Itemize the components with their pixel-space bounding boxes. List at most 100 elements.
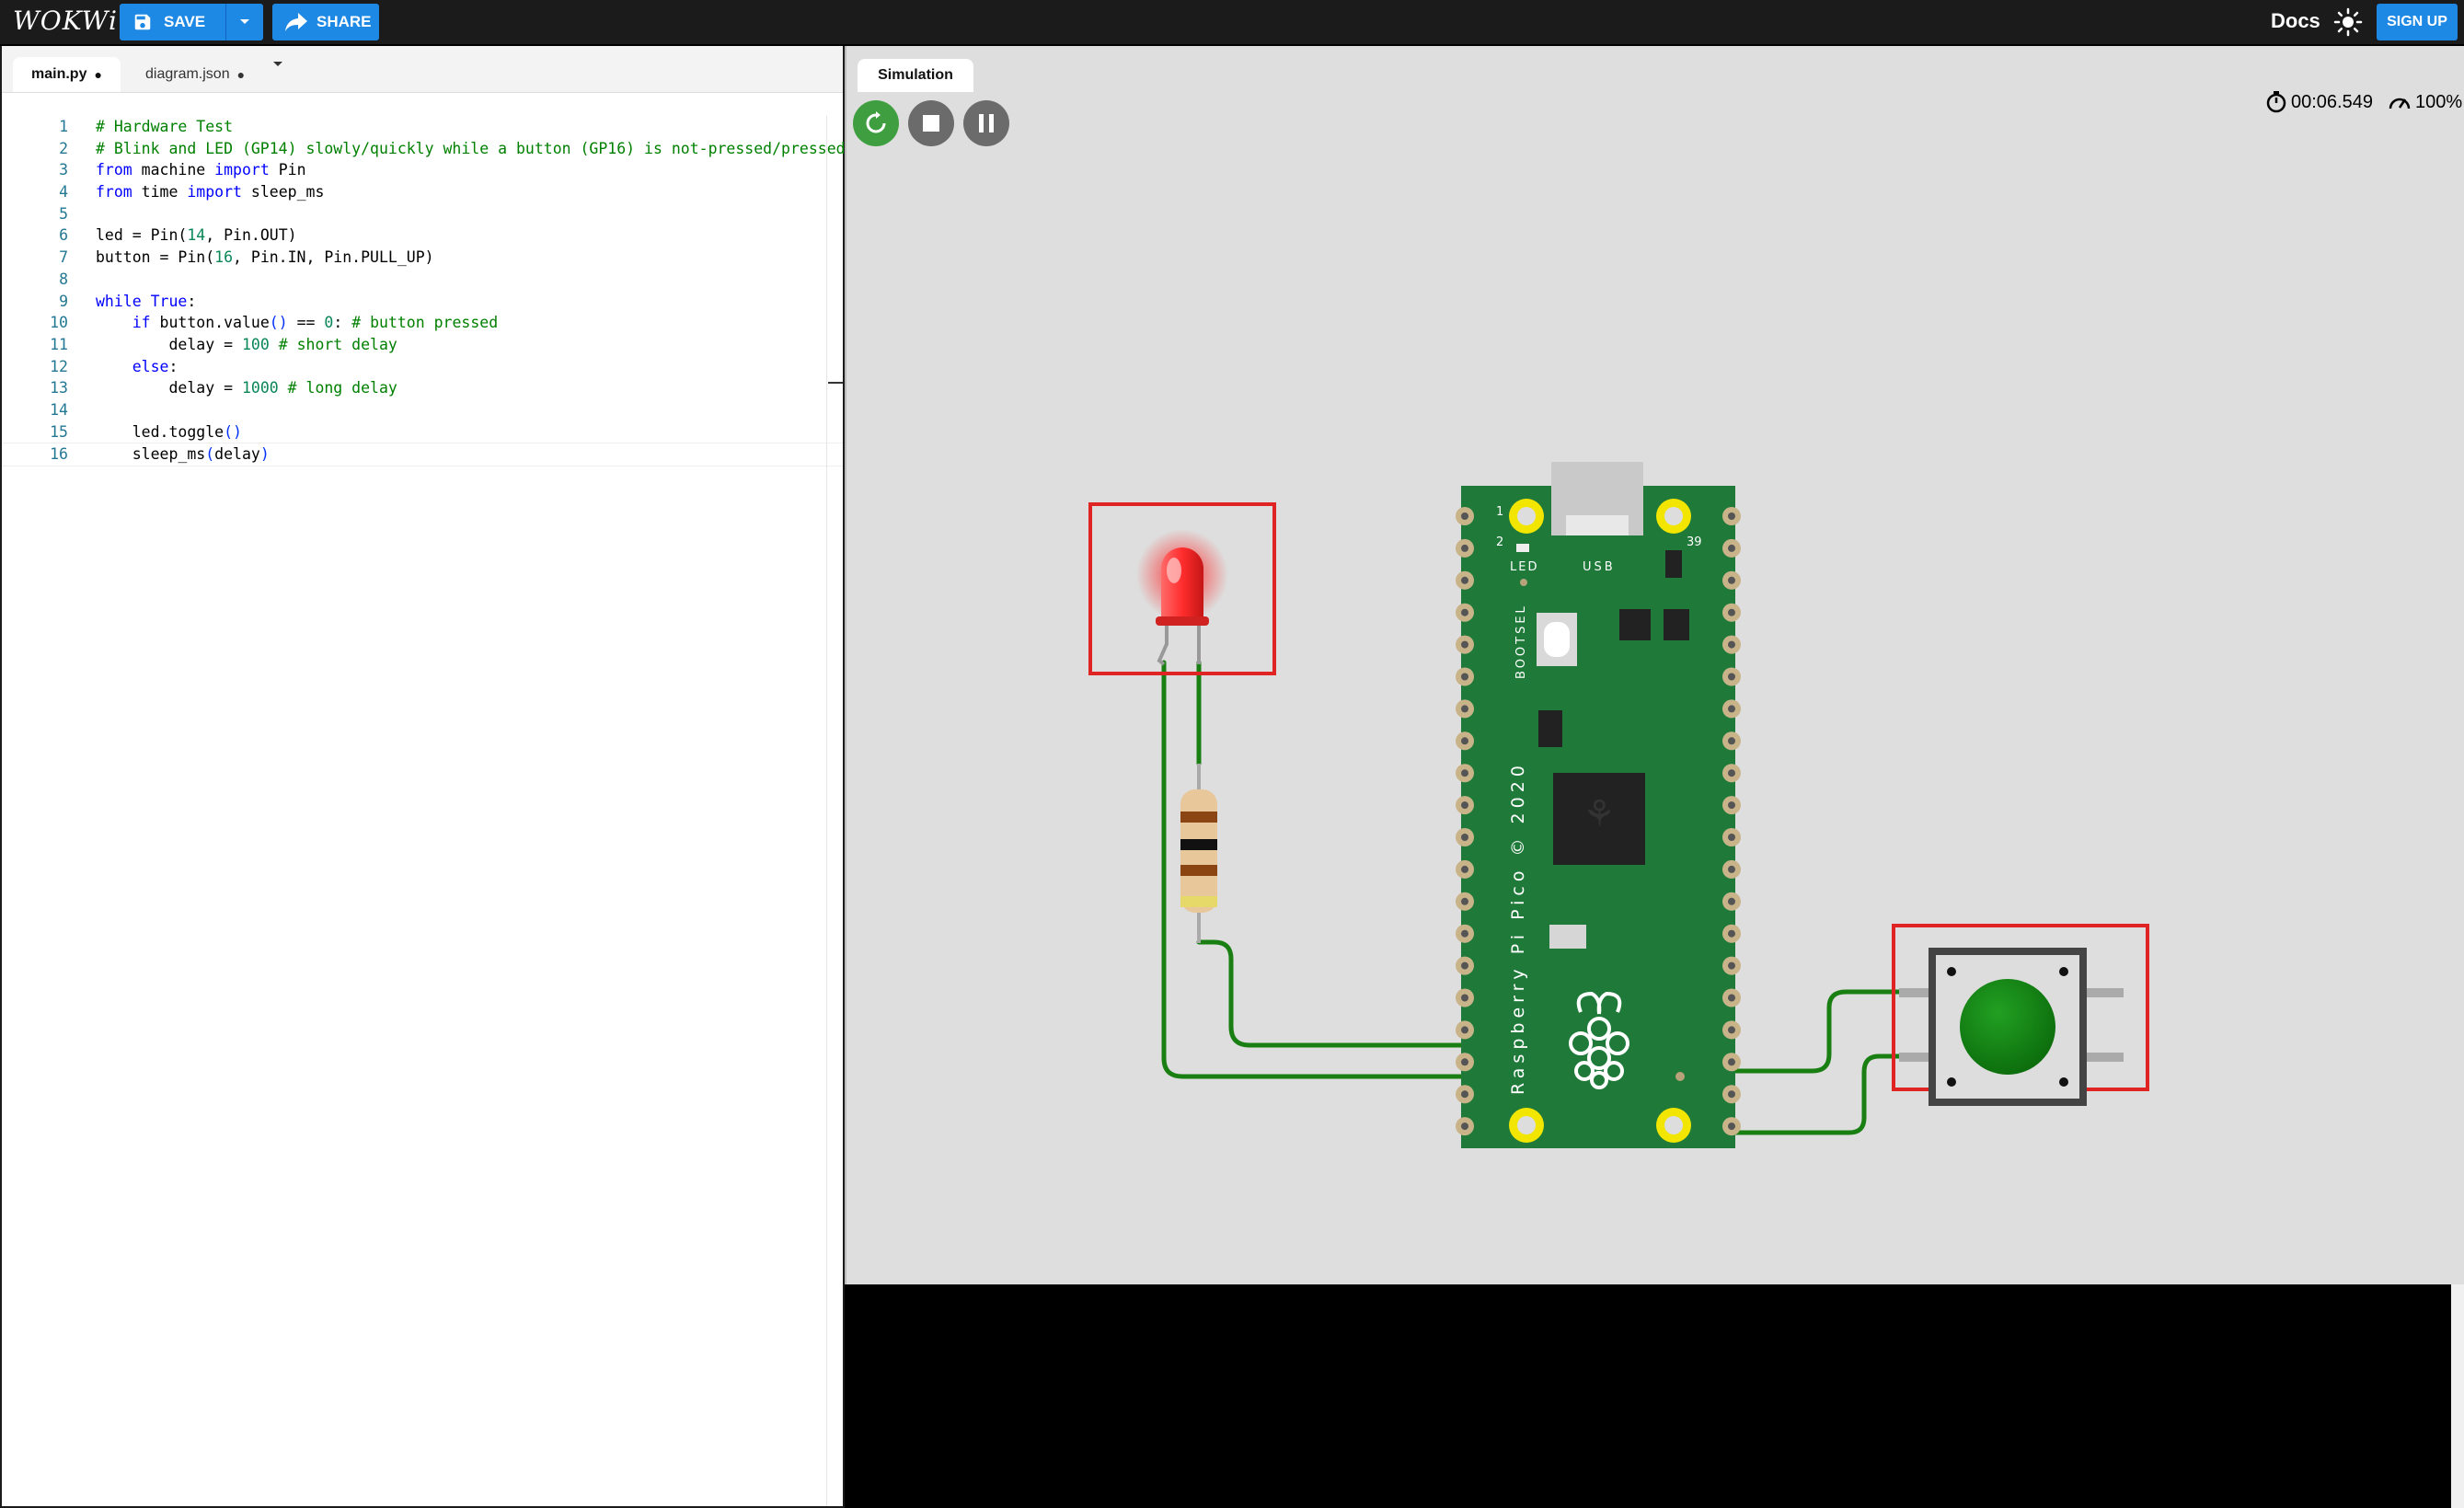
pin-hole xyxy=(1461,640,1468,649)
save-label: SAVE xyxy=(164,13,206,30)
pin-hole xyxy=(1728,673,1735,681)
code-text: while True: xyxy=(96,292,197,310)
wokwi-logo[interactable]: WOKWi xyxy=(13,6,118,36)
code-line[interactable]: 1 # Hardware Test xyxy=(2,116,843,138)
simulation-panel: Simulation 00:06.549 100% 1 2 39 LED USB… xyxy=(845,46,2464,1284)
code-line[interactable]: 13 delay = 1000 # long delay xyxy=(2,377,843,399)
top-bar: WOKWi SAVE SHARE Docs SIGN UP xyxy=(0,0,2464,46)
save-icon xyxy=(134,14,151,30)
tab-diagram-json[interactable]: diagram.json ● xyxy=(127,57,263,92)
circuit-canvas[interactable]: 1 2 39 LED USB BOOTSEL ⚘ Raspberry Pi Pi… xyxy=(846,46,2464,1284)
pin-hole xyxy=(1461,865,1468,873)
line-number: 5 xyxy=(59,204,68,223)
caret-down-icon xyxy=(240,19,249,24)
code-text: led.toggle() xyxy=(96,422,242,441)
theme-toggle-sun-icon[interactable] xyxy=(2333,7,2363,37)
pin-hole xyxy=(1461,705,1468,713)
code-line[interactable]: 6 led = Pin(14, Pin.OUT) xyxy=(2,224,843,247)
code-text: if button.value() == 0: # button pressed xyxy=(132,314,499,332)
line-number: 13 xyxy=(50,379,68,397)
code-line[interactable]: 5 xyxy=(2,203,843,225)
code-line[interactable]: 11 delay = 100 # short delay xyxy=(2,334,843,356)
tab-label: main.py xyxy=(31,66,87,82)
pin-hole xyxy=(1728,801,1735,810)
code-area[interactable]: 1 # Hardware Test 2 # Blink and LED (GP14) … xyxy=(2,116,846,466)
modified-indicator: ● xyxy=(94,67,102,82)
pin-hole xyxy=(1728,512,1735,520)
editor-scrollbar[interactable] xyxy=(826,116,844,1506)
code-text: else: xyxy=(132,357,178,375)
line-number: 2 xyxy=(59,139,68,157)
tab-label: diagram.json xyxy=(145,66,230,82)
editor-tab-bar: main.py ● diagram.json ● xyxy=(2,46,843,93)
button-cap[interactable] xyxy=(1960,979,2055,1075)
pin-hole xyxy=(1461,1058,1468,1066)
save-button-group: SAVE xyxy=(120,4,263,40)
code-line[interactable]: 2 # Blink and LED (GP14) slowly/quickly w… xyxy=(2,138,846,160)
cursor-ruler-mark xyxy=(828,382,843,384)
pin-hole xyxy=(1461,834,1468,841)
bootsel-button[interactable] xyxy=(1544,622,1570,657)
line-number: 7 xyxy=(59,248,68,267)
red-led[interactable] xyxy=(1136,529,1228,666)
pin-hole xyxy=(1728,737,1735,745)
usb-label: USB xyxy=(1583,560,1616,574)
code-line[interactable]: 10 if button.value() == 0: # button pres… xyxy=(2,312,843,334)
code-line[interactable]: 14 xyxy=(2,399,843,421)
tab-menu-caret-icon[interactable] xyxy=(272,61,283,68)
code-text: from time import sleep_ms xyxy=(96,183,325,201)
pin-hole xyxy=(1728,1058,1735,1066)
code-line[interactable]: 4 from time import sleep_ms xyxy=(2,181,843,203)
pin-1-label: 1 xyxy=(1496,505,1503,519)
code-text: # Hardware Test xyxy=(96,118,234,135)
pin-hole xyxy=(1728,608,1735,616)
share-label: SHARE xyxy=(317,13,372,30)
line-number: 14 xyxy=(50,400,68,419)
pin-hole xyxy=(1461,929,1468,938)
svg-text:⚘: ⚘ xyxy=(1583,793,1616,835)
code-line[interactable]: 3 from machine import Pin xyxy=(2,159,843,181)
pin-hole xyxy=(1461,737,1468,745)
pin-hole xyxy=(1728,544,1735,552)
pin-39-label: 39 xyxy=(1687,535,1702,549)
share-button[interactable]: SHARE xyxy=(272,4,379,40)
pin-hole xyxy=(1461,608,1468,616)
code-text: delay = 100 # short delay xyxy=(96,335,397,353)
serial-monitor[interactable] xyxy=(845,1284,2464,1508)
line-number: 16 xyxy=(50,445,68,464)
code-line[interactable]: 16 sleep_ms(delay) xyxy=(2,443,843,466)
code-text: from machine import Pin xyxy=(96,161,306,179)
pin-hole xyxy=(1461,801,1468,810)
wire-resistor-to-gnd xyxy=(1196,939,1489,1048)
code-line[interactable]: 12 else: xyxy=(2,356,843,378)
code-text: # Blink and LED (GP14) slowly/quickly wh… xyxy=(96,139,846,157)
raspberry-pi-pico[interactable]: 1 2 39 LED USB BOOTSEL ⚘ Raspberry Pi Pi… xyxy=(1456,462,1741,1148)
pin-hole xyxy=(1461,673,1468,681)
pin-hole xyxy=(1461,512,1468,520)
save-options-dropdown[interactable] xyxy=(226,4,263,40)
serial-scrollbar[interactable] xyxy=(2451,1284,2464,1508)
line-number: 11 xyxy=(50,335,68,353)
pin-hole xyxy=(1728,1026,1735,1034)
save-button[interactable]: SAVE xyxy=(120,4,226,40)
pin-hole xyxy=(1728,640,1735,649)
resistor[interactable] xyxy=(1180,764,1217,943)
docs-link[interactable]: Docs xyxy=(2271,9,2320,33)
pin-hole xyxy=(1461,897,1468,905)
pin-hole xyxy=(1461,769,1468,777)
pin-hole xyxy=(1728,929,1735,938)
line-number: 3 xyxy=(59,161,68,179)
code-line[interactable]: 7 button = Pin(16, Pin.IN, Pin.PULL_UP) xyxy=(2,247,843,269)
pin-hole xyxy=(1461,961,1468,970)
pin-hole xyxy=(1461,544,1468,552)
pin-2-label: 2 xyxy=(1496,535,1503,549)
sign-up-button[interactable]: SIGN UP xyxy=(2377,4,2458,40)
pin-hole xyxy=(1728,994,1735,1002)
tab-main-py[interactable]: main.py ● xyxy=(13,57,121,92)
code-line[interactable]: 15 led.toggle() xyxy=(2,421,843,443)
line-number: 12 xyxy=(50,357,68,375)
line-number: 8 xyxy=(59,270,68,288)
code-line[interactable]: 8 xyxy=(2,269,843,291)
code-line[interactable]: 9 while True: xyxy=(2,291,843,313)
green-pushbutton[interactable] xyxy=(1899,948,2124,1106)
